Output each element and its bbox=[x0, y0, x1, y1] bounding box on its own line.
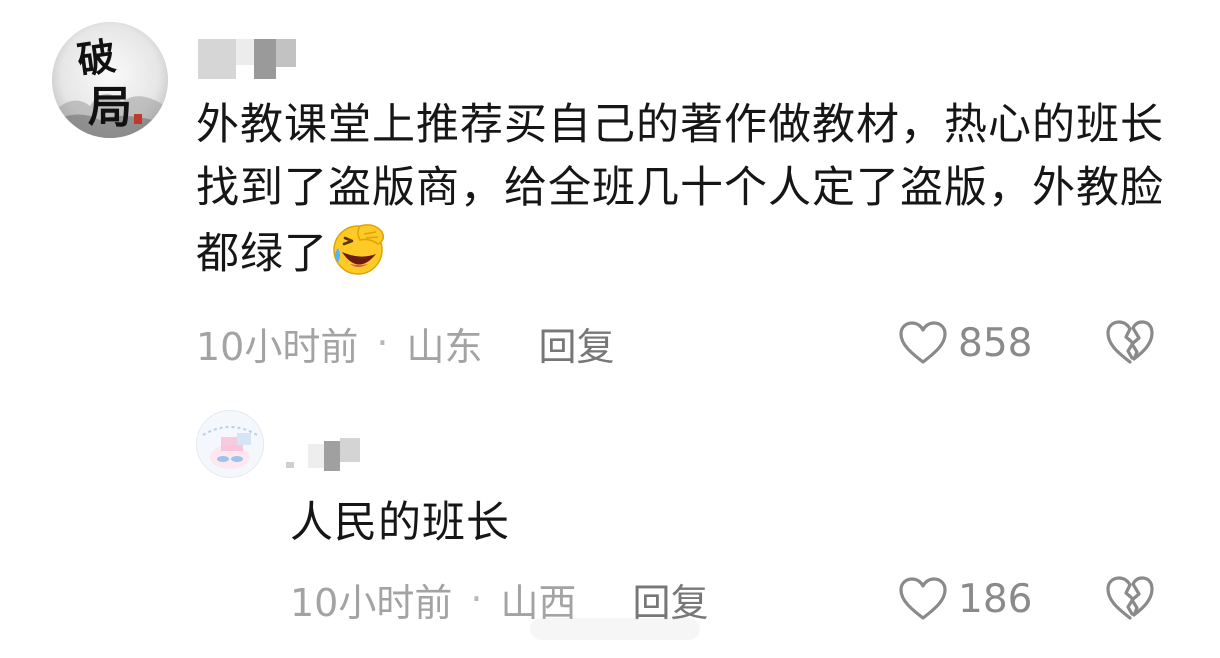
reply-username-redacted bbox=[286, 438, 360, 474]
reply-time: 10小时前 bbox=[290, 580, 453, 625]
reply-text: 人民的班长 bbox=[290, 498, 510, 548]
dislike-button[interactable] bbox=[1104, 574, 1156, 622]
heart-outline-icon bbox=[899, 321, 947, 364]
reply-button[interactable]: 回复 bbox=[538, 316, 614, 371]
avatar-glyph-1: 破 bbox=[75, 33, 119, 83]
comment-time: 10小时前 bbox=[196, 324, 359, 369]
avatar-glyph-2: 局 bbox=[88, 82, 132, 133]
meta-separator: · bbox=[470, 577, 483, 621]
broken-heart-icon bbox=[1106, 576, 1154, 620]
broken-heart-icon bbox=[1106, 320, 1154, 364]
avatar-calligraphy-image: 破 局 bbox=[52, 22, 168, 138]
heart-outline-icon bbox=[899, 577, 947, 620]
like-button[interactable]: 858 bbox=[898, 318, 1032, 368]
meta-separator: · bbox=[376, 321, 389, 365]
comment-thread: 破 局 外教课堂上推荐买自己的著作做教材，热心的班长找到了盗版商，给全班几十个人… bbox=[0, 0, 1220, 658]
avatar[interactable]: 破 局 bbox=[52, 22, 168, 138]
comment-text: 外教课堂上推荐买自己的著作做教材，热心的班长找到了盗版商，给全班几十个人定了盗版… bbox=[196, 94, 1166, 286]
avatar-cartoon-image bbox=[197, 411, 263, 477]
laughing-face-emoji-icon bbox=[330, 220, 386, 276]
like-button[interactable]: 186 bbox=[898, 574, 1032, 624]
dislike-button[interactable] bbox=[1104, 318, 1156, 366]
reply-avatar[interactable] bbox=[196, 410, 264, 478]
watermark bbox=[530, 618, 700, 640]
like-count: 858 bbox=[958, 320, 1033, 366]
username-redacted bbox=[198, 38, 296, 80]
like-count: 186 bbox=[958, 576, 1033, 622]
comment-location: 山东 bbox=[406, 324, 483, 369]
comment-meta: 10小时前 · 山东 回复 bbox=[196, 316, 614, 371]
